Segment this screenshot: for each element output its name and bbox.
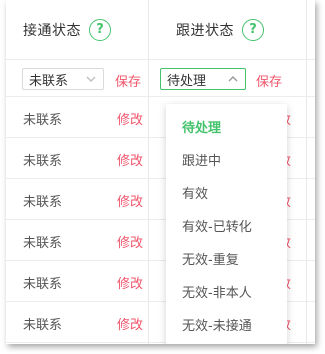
header-connect-status-title: 接通状态 <box>23 22 81 39</box>
dropdown-option[interactable]: 无效-非本人 <box>182 282 252 301</box>
row-status: 未联系 <box>23 236 63 251</box>
edit-link[interactable]: 修改 <box>117 314 143 333</box>
followup-status-select[interactable]: 待处理 <box>160 68 246 90</box>
row-status: 未联系 <box>23 113 63 128</box>
dropdown-option[interactable]: 有效-已转化 <box>182 216 252 235</box>
edit-link[interactable]: 修改 <box>117 109 143 128</box>
help-icon[interactable]: ? <box>242 18 264 41</box>
chevron-down-icon <box>86 76 96 82</box>
edit-link[interactable]: 修改 <box>117 273 143 292</box>
dropdown-option[interactable]: 无效-未接通 <box>182 315 252 334</box>
header-followup-status: 跟进状态 ? <box>176 0 264 59</box>
edit-link[interactable]: 修改 <box>117 232 143 251</box>
followup-status-dropdown: 待处理 跟进中 有效 有效-已转化 无效-重复 无效-非本人 无效-未接通 <box>166 104 287 344</box>
followup-status-save-button[interactable]: 保存 <box>256 71 282 90</box>
row-status: 未联系 <box>23 154 63 169</box>
dropdown-option[interactable]: 跟进中 <box>182 150 221 169</box>
row-status: 未联系 <box>23 318 63 333</box>
dropdown-option[interactable]: 无效-重复 <box>182 249 239 268</box>
row-status: 未联系 <box>23 195 63 210</box>
header-connect-status: 接通状态 ? <box>23 0 111 59</box>
filter-row: 未联系 保存 待处理 保存 <box>6 60 315 97</box>
connect-status-select[interactable]: 未联系 <box>22 68 104 90</box>
dropdown-option[interactable]: 有效 <box>182 183 208 202</box>
edit-link[interactable]: 修改 <box>117 191 143 210</box>
edit-link[interactable]: 修改 <box>117 150 143 169</box>
row-status: 未联系 <box>23 277 63 292</box>
header-followup-status-title: 跟进状态 <box>176 22 234 39</box>
table-panel: 接通状态 ? 跟进状态 ? 未联系 保存 待处理 保存 未联系 修改 改 未 <box>6 0 315 344</box>
connect-status-select-value: 未联系 <box>29 73 69 89</box>
dropdown-option[interactable]: 待处理 <box>182 117 221 136</box>
chevron-up-icon <box>228 76 238 82</box>
followup-status-select-value: 待处理 <box>167 73 207 89</box>
help-icon[interactable]: ? <box>89 18 111 41</box>
connect-status-save-button[interactable]: 保存 <box>115 71 141 90</box>
table-header: 接通状态 ? 跟进状态 ? <box>6 0 315 60</box>
